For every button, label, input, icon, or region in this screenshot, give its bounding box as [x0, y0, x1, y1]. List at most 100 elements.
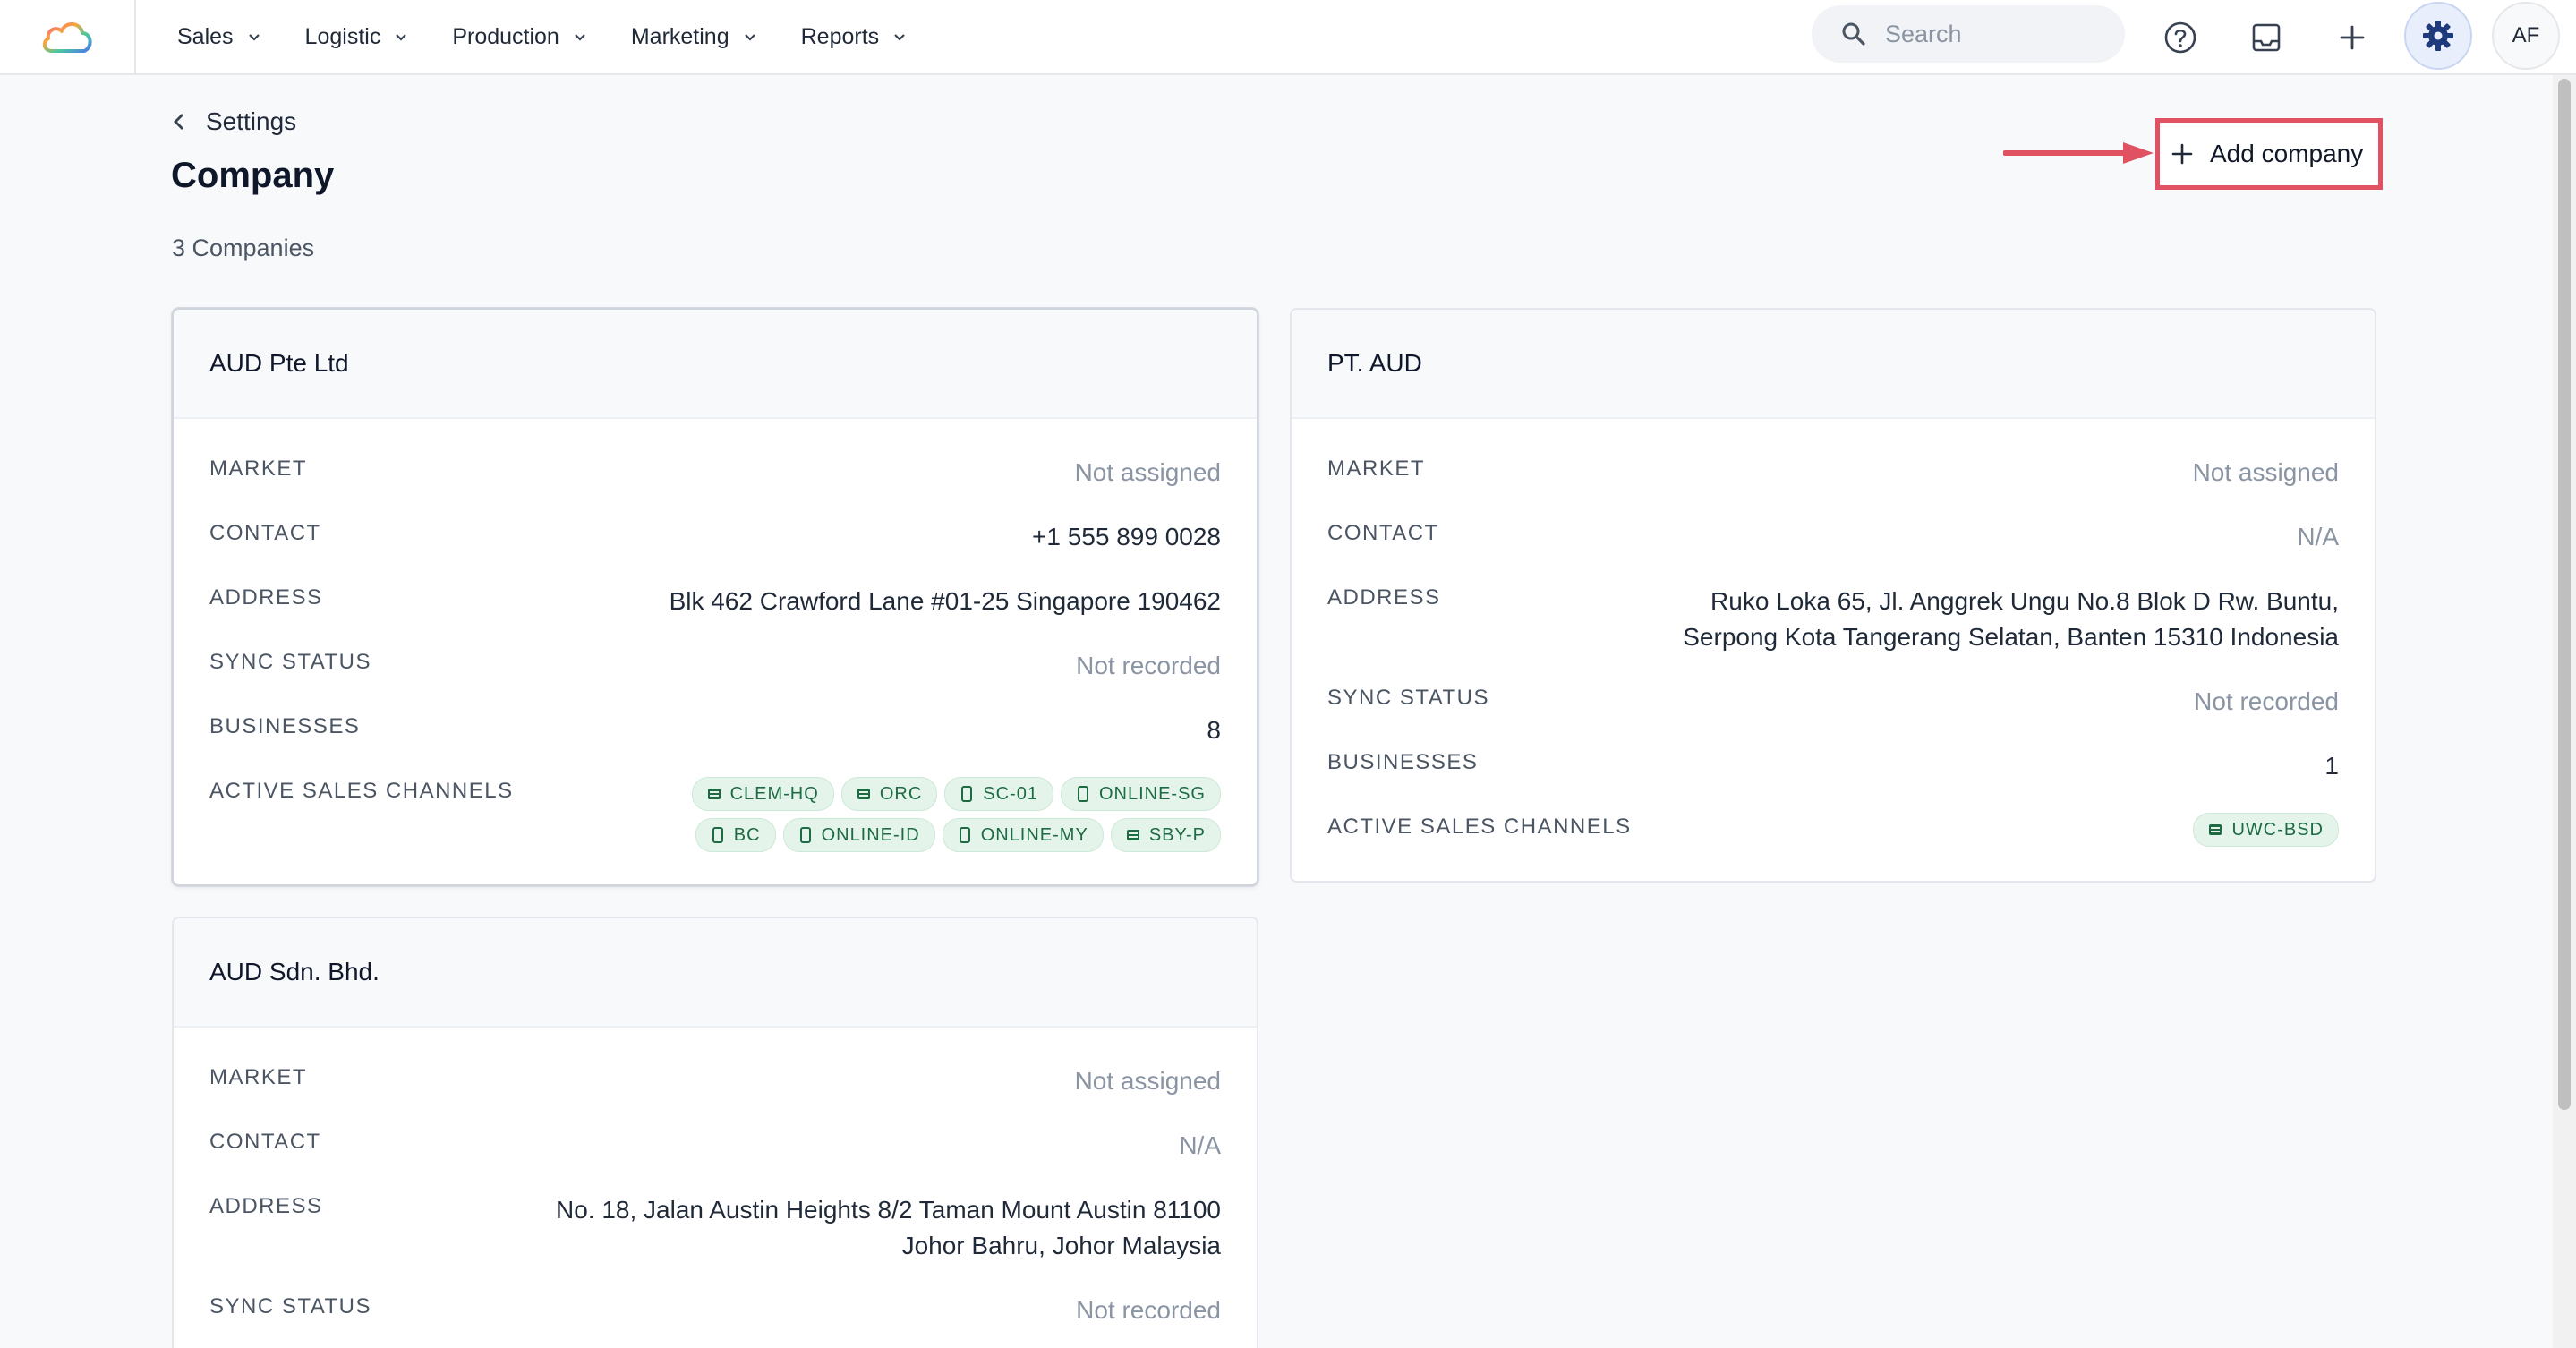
company-card[interactable]: PT. AUD MARKET Not assigned CONTACT N/A … — [1290, 308, 2376, 883]
inbox-button[interactable] — [2238, 9, 2295, 66]
address-value: No. 18, Jalan Austin Heights 8/2 Taman M… — [556, 1192, 1221, 1264]
create-button[interactable] — [2324, 9, 2381, 66]
back-to-settings-link[interactable]: Settings — [172, 107, 296, 136]
contact-label: CONTACT — [209, 521, 321, 545]
store-icon — [857, 789, 870, 799]
channel-chip[interactable]: ONLINE-SG — [1060, 777, 1221, 811]
address-line-2: Serpong Kota Tangerang Selatan, Banten 1… — [1683, 623, 2339, 651]
market-value: Not assigned — [1074, 1067, 1221, 1095]
nav-label: Sales — [177, 23, 234, 49]
channel-chip[interactable]: ORC — [840, 777, 938, 811]
channel-chip[interactable]: SBY-P — [1110, 818, 1221, 852]
businesses-row: BUSINESSES 8 — [209, 712, 1221, 777]
channels-label: ACTIVE SALES CHANNELS — [209, 779, 514, 803]
company-card[interactable]: AUD Pte Ltd MARKET Not assigned CONTACT … — [172, 308, 1258, 886]
market-label: MARKET — [209, 456, 308, 481]
channel-label: BC — [733, 824, 761, 845]
scrollbar-thumb[interactable] — [2558, 79, 2571, 1110]
channel-chips: UWC-BSD — [1730, 813, 2339, 847]
channel-chip[interactable]: UWC-BSD — [2193, 813, 2339, 847]
company-count: 3 Companies — [172, 235, 315, 261]
market-label: MARKET — [209, 1065, 308, 1089]
search-icon — [1842, 22, 1865, 46]
sync-status-row: SYNC STATUS Not recorded — [209, 648, 1221, 712]
gear-icon — [2423, 21, 2453, 51]
market-value: Not assigned — [1074, 458, 1221, 486]
contact-value: N/A — [1179, 1131, 1221, 1159]
address-line-1: Ruko Loka 65, Jl. Anggrek Ungu No.8 Blok… — [1710, 587, 2339, 615]
channel-label: ORC — [879, 783, 923, 804]
market-row: MARKET Not assigned — [209, 455, 1221, 519]
channel-chip[interactable]: BC — [695, 818, 776, 852]
back-label: Settings — [206, 107, 297, 135]
channel-label: SBY-P — [1148, 824, 1206, 845]
chevron-down-icon — [396, 34, 407, 41]
businesses-value: 8 — [1207, 716, 1221, 744]
channels-row: ACTIVE SALES CHANNELS UWC-BSD — [1327, 813, 2339, 847]
address-value: Blk 462 Crawford Lane #01-25 Singapore 1… — [669, 587, 1221, 615]
add-company-button[interactable]: Add company — [2155, 118, 2383, 190]
channels-label: ACTIVE SALES CHANNELS — [1327, 815, 1632, 839]
channel-label: ONLINE-MY — [980, 824, 1088, 845]
sync-status-label: SYNC STATUS — [209, 1294, 371, 1318]
nav-label: Reports — [800, 23, 880, 49]
contact-value: +1 555 899 0028 — [1032, 523, 1221, 550]
nav-production[interactable]: Production — [452, 24, 588, 50]
sync-status-value: Not recorded — [2194, 687, 2339, 715]
company-card[interactable]: AUD Sdn. Bhd. MARKET Not assigned CONTAC… — [172, 917, 1258, 1348]
channel-label: CLEM-HQ — [729, 783, 819, 804]
sync-status-label: SYNC STATUS — [209, 650, 371, 674]
page-title: Company — [171, 156, 335, 195]
channel-label: ONLINE-SG — [1098, 783, 1206, 804]
search-box[interactable] — [1812, 5, 2125, 63]
contact-label: CONTACT — [1327, 521, 1439, 545]
company-name: AUD Pte Ltd — [174, 310, 1257, 419]
market-row: MARKET Not assigned — [1327, 455, 2339, 519]
channel-chip[interactable]: ONLINE-MY — [942, 818, 1104, 852]
main-nav: Sales Logistic Production Marketing Repo… — [177, 24, 951, 50]
nav-label: Logistic — [304, 23, 381, 49]
businesses-value: 1 — [2324, 752, 2339, 780]
contact-row: CONTACT N/A — [1327, 519, 2339, 584]
address-row: ADDRESS Ruko Loka 65, Jl. Anggrek Ungu N… — [1327, 584, 2339, 684]
market-value: Not assigned — [2192, 458, 2339, 486]
help-button[interactable] — [2152, 9, 2209, 66]
channel-chip[interactable]: SC-01 — [944, 777, 1053, 811]
address-label: ADDRESS — [209, 1194, 323, 1218]
cloud-logo-icon — [42, 22, 92, 53]
channels-row: ACTIVE SALES CHANNELS CLEM-HQ ORC SC-01 … — [209, 777, 1221, 852]
mobile-icon — [961, 786, 973, 802]
nav-sales[interactable]: Sales — [177, 24, 262, 50]
top-navigation-bar: Sales Logistic Production Marketing Repo… — [0, 0, 2576, 75]
address-label: ADDRESS — [209, 585, 323, 610]
sync-status-value: Not recorded — [1076, 652, 1221, 679]
channel-chips: CLEM-HQ ORC SC-01 ONLINE-SG BC ONLINE-ID… — [612, 777, 1221, 852]
search-input[interactable] — [1885, 20, 2100, 48]
add-company-label: Add company — [2210, 140, 2364, 167]
nav-label: Production — [452, 23, 559, 49]
businesses-label: BUSINESSES — [1327, 750, 1479, 774]
settings-button[interactable] — [2404, 2, 2472, 70]
help-icon — [2164, 21, 2196, 54]
businesses-row: BUSINESSES 1 — [1327, 748, 2339, 813]
annotation-arrow-icon — [2003, 142, 2154, 164]
nav-logistic[interactable]: Logistic — [305, 24, 410, 50]
market-row: MARKET Not assigned — [209, 1063, 1221, 1128]
store-icon — [2209, 824, 2222, 835]
address-label: ADDRESS — [1327, 585, 1441, 610]
contact-label: CONTACT — [209, 1130, 321, 1154]
sync-status-row: SYNC STATUS Not recorded — [1327, 684, 2339, 748]
businesses-label: BUSINESSES — [209, 714, 361, 738]
channel-chip[interactable]: ONLINE-ID — [782, 818, 935, 852]
nav-reports[interactable]: Reports — [801, 24, 908, 50]
company-name: AUD Sdn. Bhd. — [174, 918, 1257, 1028]
contact-row: CONTACT +1 555 899 0028 — [209, 519, 1221, 584]
contact-value: N/A — [2297, 523, 2339, 550]
channel-chip[interactable]: CLEM-HQ — [691, 777, 834, 811]
user-avatar[interactable]: AF — [2492, 2, 2560, 70]
plus-icon — [2340, 25, 2365, 50]
store-icon — [1126, 830, 1139, 840]
app-logo[interactable] — [0, 0, 136, 74]
nav-marketing[interactable]: Marketing — [631, 24, 758, 50]
page-scrollbar[interactable] — [2553, 75, 2576, 1348]
